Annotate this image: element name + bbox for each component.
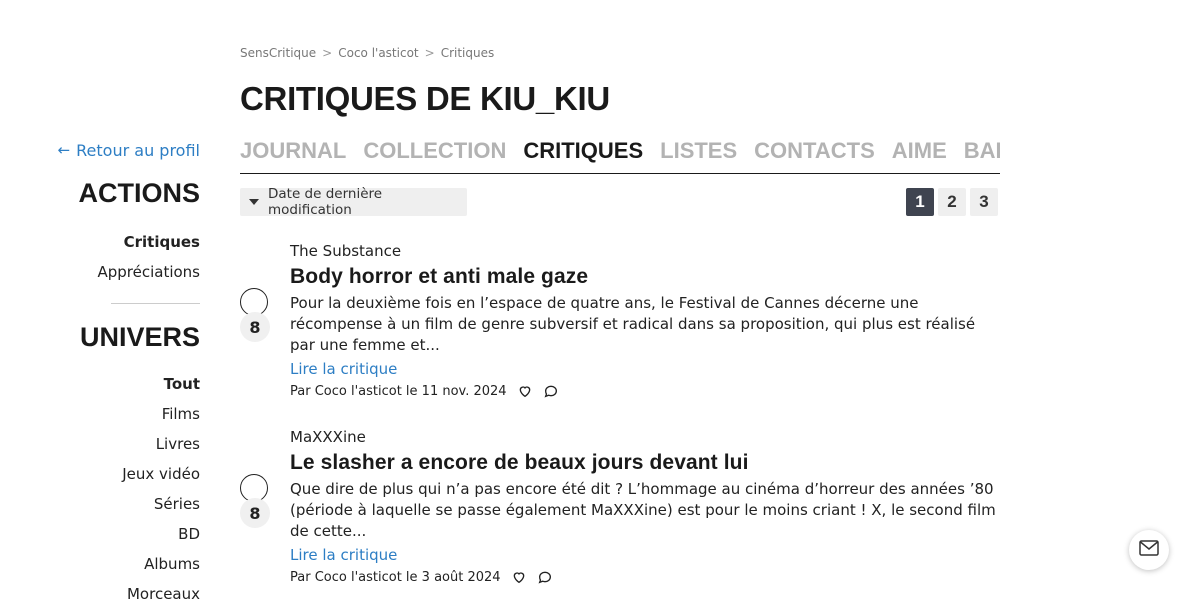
univers-title: UNIVERS xyxy=(79,322,200,352)
sidebar-item-jeux-video[interactable]: Jeux vidéo xyxy=(0,459,200,489)
sidebar-item-albums[interactable]: Albums xyxy=(0,549,200,579)
page-button-2[interactable]: 2 xyxy=(938,188,966,216)
breadcrumb-link-senscritique[interactable]: SensCritique xyxy=(240,46,316,60)
sidebar-item-bd[interactable]: BD xyxy=(0,519,200,549)
review-meta: Par Coco l'asticot le 3 août 2024 xyxy=(290,569,1000,585)
sidebar: ← Retour au profil ACTIONS Critiques App… xyxy=(0,138,200,609)
sidebar-item-films[interactable]: Films xyxy=(0,399,200,429)
review-meta: Par Coco l'asticot le 11 nov. 2024 xyxy=(290,383,1000,399)
review-author-date: Par Coco l'asticot le 11 nov. 2024 xyxy=(290,383,507,399)
back-to-profile-link[interactable]: ← Retour au profil xyxy=(58,138,200,162)
sidebar-item-morceaux[interactable]: Morceaux xyxy=(0,579,200,609)
breadcrumb-separator: > xyxy=(424,46,435,60)
tab-collection[interactable]: COLLECTION xyxy=(363,136,506,166)
tab-listes[interactable]: LISTES xyxy=(660,136,737,166)
breadcrumb-current: Critiques xyxy=(440,46,495,60)
rating-value: 8 xyxy=(240,312,270,342)
comment-icon[interactable] xyxy=(543,383,559,399)
tab-critiques[interactable]: CRITIQUES xyxy=(523,136,643,166)
breadcrumb: SensCritique > Coco l'asticot > Critiques xyxy=(240,46,494,60)
breadcrumb-separator: > xyxy=(322,46,333,60)
review-title[interactable]: Body horror et anti male gaze xyxy=(290,265,1000,289)
sidebar-item-series[interactable]: Séries xyxy=(0,489,200,519)
sidebar-item-appreciations[interactable]: Appréciations xyxy=(0,257,200,287)
pagination: 1 2 3 xyxy=(906,188,998,216)
page-button-1[interactable]: 1 xyxy=(906,188,934,216)
tab-journal[interactable]: JOURNAL xyxy=(240,136,346,166)
rating-value: 8 xyxy=(240,498,270,528)
read-review-link[interactable]: Lire la critique xyxy=(290,358,397,380)
sidebar-item-critiques[interactable]: Critiques xyxy=(0,227,200,257)
review-author-date: Par Coco l'asticot le 3 août 2024 xyxy=(290,569,501,585)
arrow-left-icon: ← xyxy=(57,141,71,159)
tab-contacts[interactable]: CONTACTS xyxy=(754,136,875,166)
breadcrumb-link-profile[interactable]: Coco l'asticot xyxy=(338,46,418,60)
back-to-profile-label: Retour au profil xyxy=(76,140,200,160)
review-title[interactable]: Le slasher a encore de beaux jours devan… xyxy=(290,451,1000,475)
actions-title: ACTIONS xyxy=(78,178,201,208)
read-review-link[interactable]: Lire la critique xyxy=(290,544,397,566)
page-button-3[interactable]: 3 xyxy=(970,188,998,216)
profile-tabs: JOURNAL COLLECTION CRITIQUES LISTES CONTACTS… xyxy=(240,136,1000,174)
sort-dropdown[interactable]: Date de dernière modification xyxy=(240,186,467,218)
tab-aime[interactable]: AIME xyxy=(892,136,947,166)
mail-icon xyxy=(1139,540,1159,560)
page-title: CRITIQUES DE KIU_KIU xyxy=(240,80,610,117)
sidebar-item-tout[interactable]: Tout xyxy=(0,369,200,399)
movie-title[interactable]: The Substance xyxy=(290,242,1000,262)
tab-badges[interactable]: BADGES xyxy=(964,136,1000,166)
sidebar-item-livres[interactable]: Livres xyxy=(0,429,200,459)
sort-label: Date de dernière modification xyxy=(268,186,383,218)
review-excerpt: Que dire de plus qui n’a pas encore été … xyxy=(290,480,996,540)
review-excerpt: Pour la deuxième fois en l’espace de qua… xyxy=(290,294,976,354)
heart-icon[interactable] xyxy=(517,383,533,399)
caret-down-icon xyxy=(249,199,259,205)
heart-icon[interactable] xyxy=(511,569,527,585)
sidebar-divider xyxy=(111,303,200,304)
messages-button[interactable] xyxy=(1129,530,1169,570)
movie-title[interactable]: MaXXXine xyxy=(290,428,1000,448)
comment-icon[interactable] xyxy=(537,569,553,585)
